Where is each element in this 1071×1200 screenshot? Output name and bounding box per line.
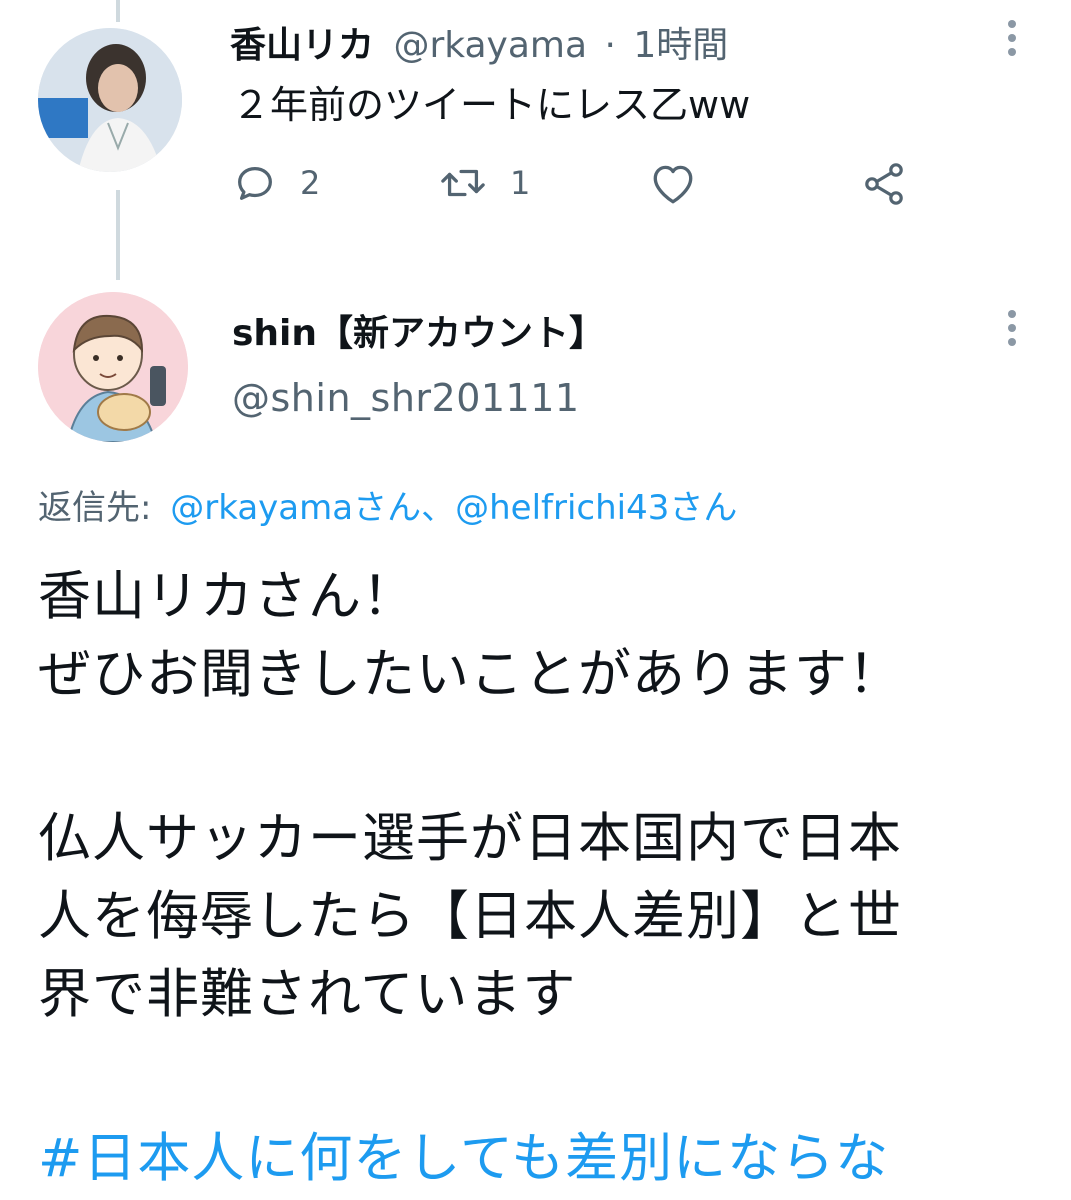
body-line: 仏人サッカー選手が日本国内で日本 bbox=[38, 808, 902, 869]
body-line: 人を侮辱したら【日本人差別】と世 bbox=[38, 886, 902, 947]
author-handle[interactable]: @shin_shr201111 bbox=[232, 376, 580, 420]
reply-icon bbox=[238, 166, 272, 200]
thread-line-bottom bbox=[116, 190, 120, 280]
more-icon[interactable] bbox=[1008, 20, 1018, 62]
body-line: 界で非難されています bbox=[38, 964, 577, 1025]
avatar-illustration-icon bbox=[38, 292, 188, 442]
retweet-count: 1 bbox=[510, 164, 531, 202]
author-name[interactable]: 香山リカ bbox=[230, 25, 374, 66]
retweet-icon bbox=[441, 169, 485, 197]
avatar[interactable] bbox=[38, 28, 182, 172]
body-line: ぜひお聞きしたいことがあります！ bbox=[38, 644, 902, 705]
tweet-text: ２年前のツイートにレス乙ww bbox=[232, 83, 751, 127]
share-icon bbox=[865, 163, 903, 205]
timestamp[interactable]: 1時間 bbox=[633, 25, 728, 66]
reply-to-line: 返信先: @rkayamaさん、@helfrichi43さん bbox=[38, 480, 737, 529]
hashtag-link[interactable]: #日本人に何をしても差別にならな bbox=[38, 1124, 889, 1194]
reply-count: 2 bbox=[300, 164, 321, 202]
reply-to-mentions[interactable]: @rkayamaさん、@helfrichi43さん bbox=[170, 488, 737, 528]
thread-line-top bbox=[116, 0, 120, 22]
more-icon[interactable] bbox=[1008, 310, 1018, 352]
like-icon bbox=[653, 165, 693, 204]
avatar[interactable] bbox=[38, 292, 188, 442]
author-name[interactable]: shin【新アカウント】 bbox=[232, 304, 605, 356]
share-button[interactable] bbox=[860, 160, 908, 208]
reply-to-label: 返信先: bbox=[38, 488, 152, 528]
body-line: 香山リカさん！ bbox=[38, 566, 416, 627]
retweet-button[interactable]: 1 bbox=[438, 160, 530, 206]
separator-dot: · bbox=[604, 25, 616, 66]
like-button[interactable] bbox=[648, 160, 698, 206]
avatar-photo-icon bbox=[38, 28, 182, 172]
author-handle[interactable]: @rkayama bbox=[393, 25, 587, 66]
reply-button[interactable]: 2 bbox=[232, 160, 320, 206]
